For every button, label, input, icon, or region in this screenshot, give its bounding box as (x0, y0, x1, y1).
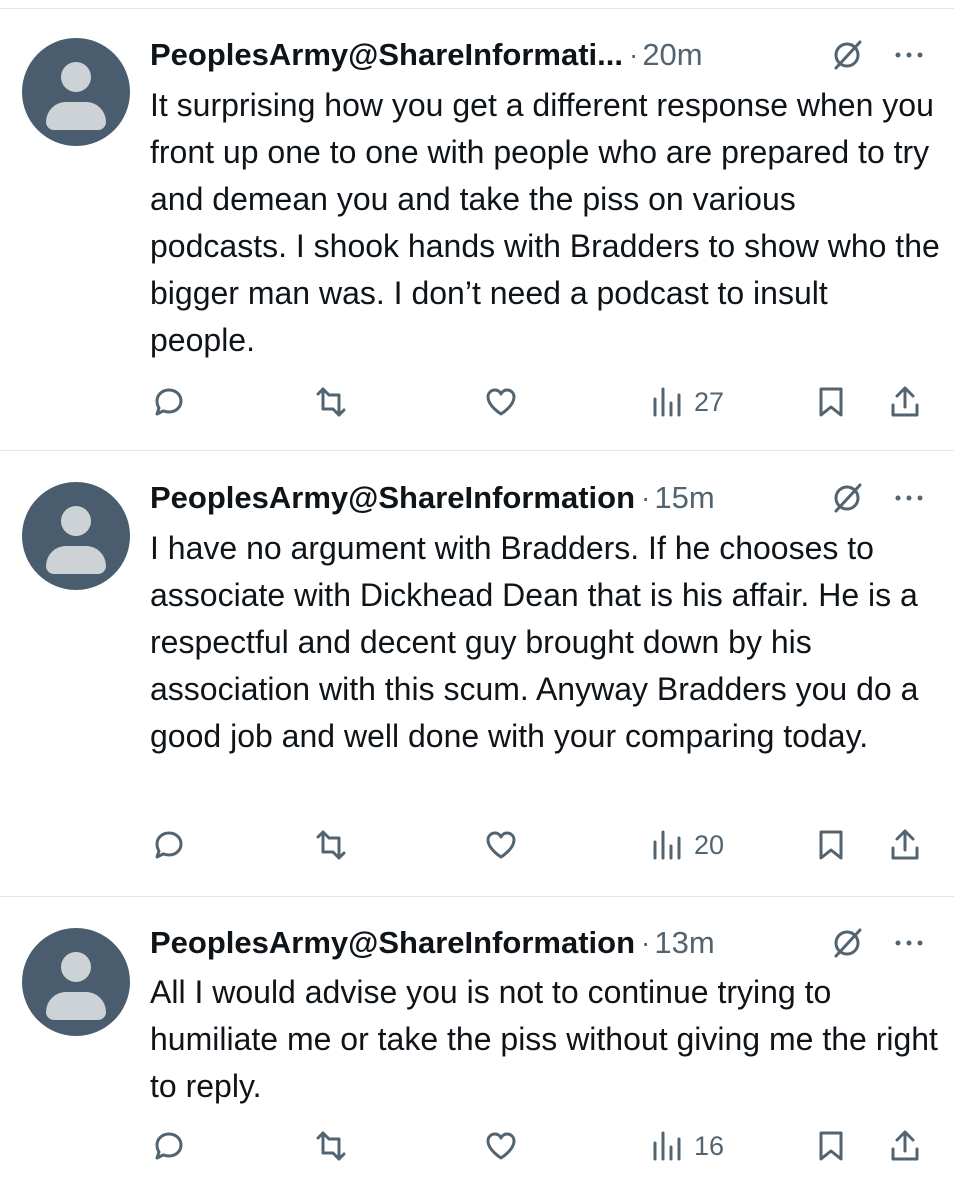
avatar[interactable] (22, 38, 130, 146)
retweet-icon (316, 387, 346, 417)
tweet-text: All I would advise you is not to continu… (150, 974, 938, 1104)
like-icon (486, 388, 516, 416)
like-icon (486, 1132, 516, 1160)
views-count: 20 (694, 829, 725, 860)
bookmark-button[interactable] (814, 1126, 848, 1166)
retweet-icon (316, 830, 346, 860)
like-button[interactable] (484, 825, 518, 865)
views-button[interactable]: 16 (650, 1126, 724, 1166)
display-name[interactable]: PeoplesArmy@ShareInformation (150, 480, 635, 516)
share-button[interactable] (888, 825, 922, 865)
tweet-header: PeoplesArmy@ShareInformation · 15m (150, 478, 715, 518)
bookmark-icon (819, 1131, 843, 1161)
avatar-head (61, 952, 91, 982)
bookmark-icon (819, 830, 843, 860)
views-icon (653, 1131, 681, 1161)
tweet-header: PeoplesArmy@ShareInformation · 13m (150, 923, 715, 963)
views-button[interactable]: 27 (650, 382, 724, 422)
reply-icon (155, 388, 183, 416)
like-button[interactable] (484, 382, 518, 422)
avatar-head (61, 62, 91, 92)
avatar-shoulders (46, 992, 106, 1020)
tweet[interactable]: PeoplesArmy@ShareInformation · 13m All I… (0, 896, 954, 1200)
muted-icon[interactable] (830, 481, 864, 515)
muted-icon[interactable] (830, 926, 864, 960)
avatar-shoulders (46, 546, 106, 574)
share-icon (891, 1130, 919, 1161)
views-icon (653, 387, 681, 417)
display-name[interactable]: PeoplesArmy@ShareInformation (150, 925, 635, 961)
views-count: 27 (694, 386, 725, 417)
separator-dot: · (641, 927, 651, 958)
share-icon (891, 829, 919, 860)
bookmark-button[interactable] (814, 382, 848, 422)
tweet[interactable]: PeoplesArmy@ShareInformation · 15m I hav… (0, 450, 954, 898)
retweet-button[interactable] (314, 825, 348, 865)
more-icon[interactable] (892, 926, 926, 960)
reply-button[interactable] (152, 825, 186, 865)
like-button[interactable] (484, 1126, 518, 1166)
display-name[interactable]: PeoplesArmy@ShareInformati... (150, 37, 623, 73)
retweet-button[interactable] (314, 1126, 348, 1166)
reply-icon (155, 1132, 183, 1160)
share-button[interactable] (888, 1126, 922, 1166)
reply-button[interactable] (152, 1126, 186, 1166)
bookmark-button[interactable] (814, 825, 848, 865)
tweet[interactable]: PeoplesArmy@ShareInformati... · 20m It s… (0, 0, 954, 450)
share-icon (891, 386, 919, 417)
timestamp[interactable]: 15m (654, 480, 714, 516)
separator-dot: · (641, 482, 651, 513)
views-button[interactable]: 20 (650, 825, 724, 865)
views-count: 16 (694, 1130, 725, 1161)
more-icon[interactable] (892, 38, 926, 72)
muted-icon[interactable] (830, 38, 864, 72)
reply-icon (155, 831, 183, 859)
tweet-header: PeoplesArmy@ShareInformati... · 20m (150, 35, 703, 75)
avatar[interactable] (22, 928, 130, 1036)
bookmark-icon (819, 387, 843, 417)
timestamp[interactable]: 13m (654, 925, 714, 961)
avatar-shoulders (46, 102, 106, 130)
avatar-head (61, 506, 91, 536)
separator-dot: · (628, 39, 639, 70)
avatar[interactable] (22, 482, 130, 590)
views-icon (653, 830, 681, 860)
retweet-button[interactable] (314, 382, 348, 422)
tweet-text: I have no argument with Bradders. If he … (150, 530, 919, 754)
like-icon (486, 831, 516, 859)
retweet-icon (316, 1131, 346, 1161)
timestamp[interactable]: 20m (642, 37, 702, 73)
share-button[interactable] (888, 382, 922, 422)
tweet-text: It surprising how you get a different re… (150, 87, 940, 358)
reply-button[interactable] (152, 382, 186, 422)
more-icon[interactable] (892, 481, 926, 515)
